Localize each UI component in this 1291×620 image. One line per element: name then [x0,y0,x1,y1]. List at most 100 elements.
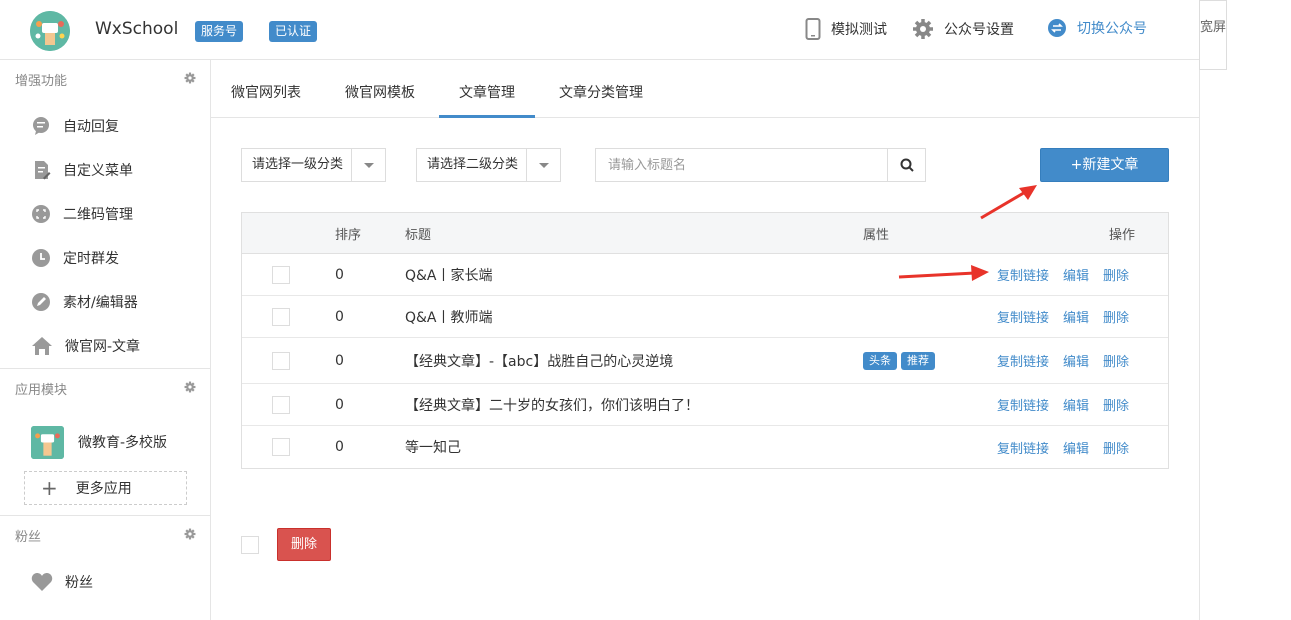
home-icon [32,337,52,355]
sidebar-item-website-article[interactable]: 微官网-文章 [0,324,210,368]
category2-select[interactable]: 请选择二级分类 [416,148,561,182]
arrow-annotation-icon [898,265,989,281]
edit-button[interactable]: 编辑 [1063,307,1089,326]
header-order: 排序 [335,227,362,243]
table-row: 0 等一知己 复制链接 编辑 删除 [242,426,1168,468]
phone-icon [805,18,821,40]
sidebar-item-qrcode[interactable]: 二维码管理 [0,192,210,236]
sidebar-app-item[interactable]: 微教育-多校版 [0,413,210,471]
app-logo [30,11,70,51]
arrow-annotation-icon [980,185,1037,220]
category2-value: 请选择二级分类 [427,157,519,172]
section-title: 粉丝 [15,530,42,545]
row-order: 0 [335,266,344,283]
sidebar-item-scheduled-send[interactable]: 定时群发 [0,236,210,280]
category1-select[interactable]: 请选择一级分类 [241,148,386,182]
account-settings-link[interactable]: 公众号设置 [912,18,1014,40]
edit-button[interactable]: 编辑 [1063,265,1089,284]
new-article-button[interactable]: +新建文章 [1040,148,1169,182]
tab-website-list[interactable]: 微官网列表 [211,60,321,118]
row-title: Q&A丨教师端 [405,309,493,326]
row-checkbox[interactable] [272,265,290,284]
section-title: 增强功能 [15,74,68,89]
tab-article-management[interactable]: 文章管理 [439,60,535,118]
account-settings-label: 公众号设置 [944,22,1014,38]
row-checkbox[interactable] [272,307,290,326]
section-title: 应用模块 [15,383,68,398]
gear-icon [913,19,933,39]
copy-link-button[interactable]: 复制链接 [997,395,1049,414]
row-order: 0 [335,396,344,413]
chat-icon [33,117,49,135]
edit-button[interactable]: 编辑 [1063,438,1089,457]
sidebar-item-material-editor[interactable]: 素材/编辑器 [0,280,210,324]
headline-tag: 头条 [863,351,897,370]
sidebar-item-custom-menu[interactable]: 自定义菜单 [0,148,210,192]
sidebar: 增强功能 自动回复 自定义菜单 二维码管理 定时群发 素材/编辑器 微官网-文章… [0,60,211,620]
row-title: Q&A丨家长端 [405,267,493,284]
switch-icon [1048,19,1066,37]
header-title: 标题 [405,227,432,243]
sidebar-item-label: 二维码管理 [63,207,133,223]
wide-screen-button[interactable]: 宽屏 [1199,0,1227,70]
switch-account-link[interactable]: 切换公众号 [1047,18,1147,38]
row-order: 0 [335,352,344,369]
search-box [595,148,926,182]
row-title: 【经典文章】-【abc】战胜自己的心灵逆境 [405,353,674,370]
pencil-icon [32,293,50,311]
row-checkbox[interactable] [272,351,290,370]
chevron-down-icon [351,149,385,181]
article-table: 排序 标题 属性 操作 0 Q&A丨家长端 复制链接 编辑 删除 0 Q&A丨教… [241,212,1169,469]
section-apps-header: 应用模块 [0,369,210,413]
sidebar-item-fans[interactable]: 粉丝 [0,560,210,604]
section-fans-header: 粉丝 [0,516,210,560]
plus-icon: + [41,476,58,500]
edit-doc-icon [35,161,51,180]
search-button[interactable] [887,149,925,181]
app-label: 微教育-多校版 [78,435,168,451]
chevron-down-icon [526,149,560,181]
delete-button[interactable]: 删除 [1103,265,1129,284]
row-checkbox[interactable] [272,438,290,456]
tab-website-template[interactable]: 微官网模板 [325,60,435,118]
search-input[interactable] [596,149,888,181]
recommend-tag: 推荐 [901,351,935,370]
tab-bar: 微官网列表 微官网模板 文章管理 文章分类管理 [211,60,1199,118]
row-checkbox[interactable] [272,395,290,414]
delete-button[interactable]: 删除 [1103,351,1129,370]
table-row: 0 【经典文章】-【abc】战胜自己的心灵逆境 头条 推荐 复制链接 编辑 删除 [242,338,1168,384]
header-attrs: 属性 [863,227,890,243]
sidebar-item-auto-reply[interactable]: 自动回复 [0,104,210,148]
copy-link-button[interactable]: 复制链接 [997,307,1049,326]
row-order: 0 [335,439,344,455]
sidebar-item-label: 素材/编辑器 [63,295,138,311]
app-name: WxSchool [95,19,179,39]
more-apps-label: 更多应用 [75,481,132,497]
gear-icon[interactable] [184,72,196,84]
delete-button[interactable]: 删除 [1103,438,1129,457]
row-title: 等一知己 [405,440,461,456]
table-row: 0 Q&A丨家长端 复制链接 编辑 删除 [242,254,1168,296]
copy-link-button[interactable]: 复制链接 [997,438,1049,457]
more-apps-button[interactable]: + 更多应用 [24,471,187,505]
delete-button[interactable]: 删除 [1103,395,1129,414]
row-order: 0 [335,308,344,325]
app-thumbnail [31,425,64,459]
copy-link-button[interactable]: 复制链接 [997,351,1049,370]
edit-button[interactable]: 编辑 [1063,351,1089,370]
sim-test-label: 模拟测试 [831,22,887,38]
tab-article-category[interactable]: 文章分类管理 [539,60,663,118]
edit-button[interactable]: 编辑 [1063,395,1089,414]
qrcode-icon [32,205,50,223]
switch-account-label: 切换公众号 [1077,21,1147,37]
search-icon [900,158,914,172]
gear-icon[interactable] [184,381,196,393]
delete-button[interactable]: 删除 [1103,307,1129,326]
batch-delete-button[interactable]: 删除 [277,528,331,561]
service-badge: 服务号 [195,21,244,42]
select-all-checkbox[interactable] [241,536,259,554]
gear-icon[interactable] [184,528,196,540]
sim-test-link[interactable]: 模拟测试 [805,18,887,40]
copy-link-button[interactable]: 复制链接 [997,265,1049,284]
category1-value: 请选择一级分类 [252,157,344,172]
